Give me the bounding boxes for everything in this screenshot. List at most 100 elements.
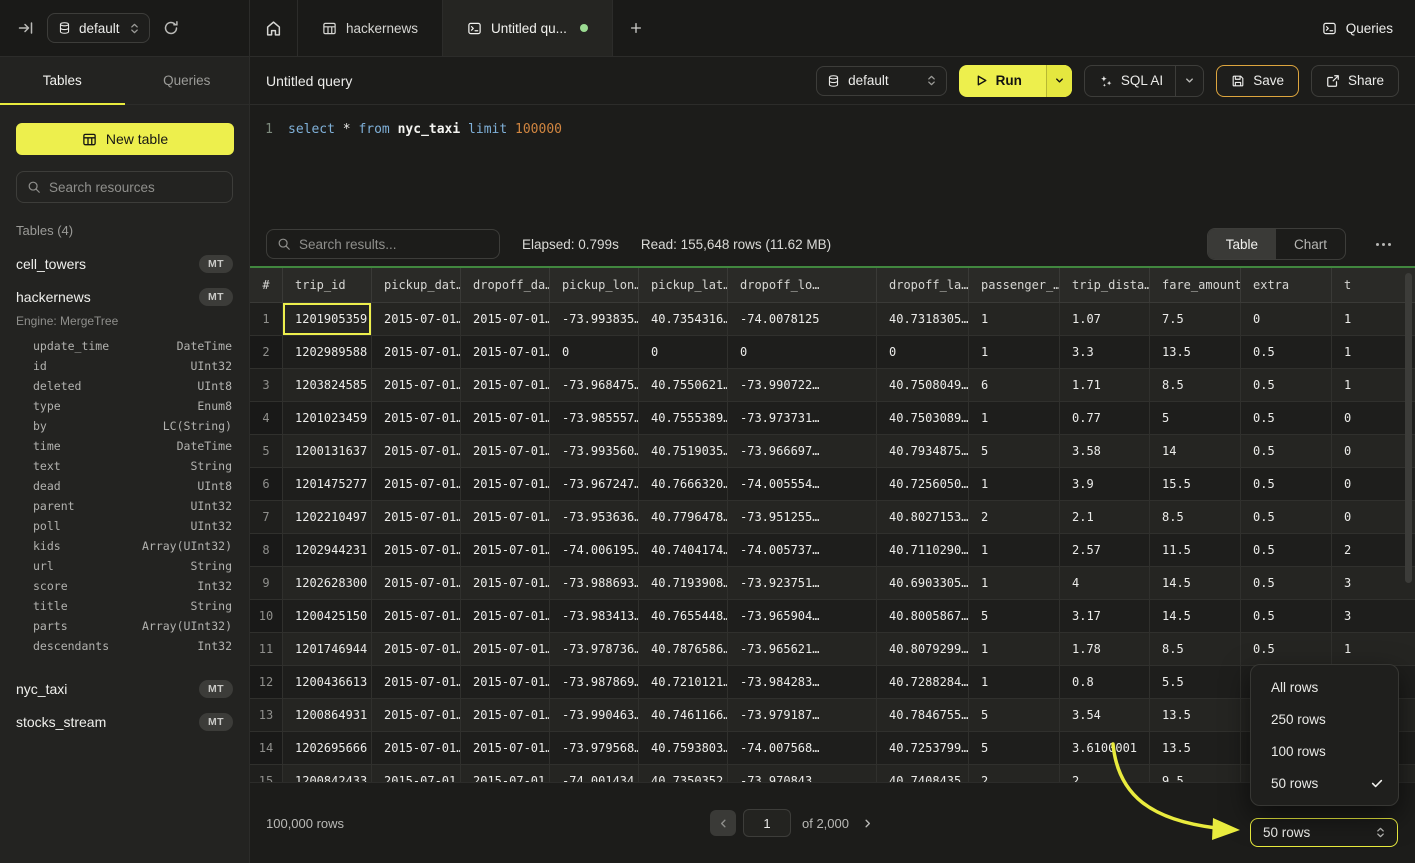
table-cell[interactable]: -73.990722… — [728, 369, 877, 402]
new-tab-button[interactable] — [613, 0, 659, 56]
table-cell[interactable]: 1 — [969, 303, 1060, 336]
table-cell[interactable]: 40.7408435 — [877, 765, 969, 782]
table-cell[interactable]: 2015-07-01… — [372, 303, 461, 336]
table-cell[interactable]: -73.951255… — [728, 501, 877, 534]
table-cell[interactable]: 3.17 — [1060, 600, 1150, 633]
table-cell[interactable]: 3.58 — [1060, 435, 1150, 468]
table-cell[interactable]: 2 — [1060, 765, 1150, 782]
table-cell[interactable]: 2015-07-01… — [461, 534, 550, 567]
vertical-scrollbar[interactable] — [1405, 273, 1412, 583]
table-cell[interactable]: 2015-07-01… — [372, 633, 461, 666]
table-cell[interactable]: 1200131637 — [283, 435, 372, 468]
table-cell[interactable]: -73.973731… — [728, 402, 877, 435]
table-cell[interactable]: 2015-07-01… — [372, 501, 461, 534]
table-cell[interactable]: 3 — [1332, 600, 1415, 633]
page-number-input[interactable] — [743, 809, 791, 837]
table-cell[interactable]: 1202210497 — [283, 501, 372, 534]
sidebar-table-hackernews[interactable]: hackernews MT — [0, 280, 249, 313]
tab-untitled-query[interactable]: Untitled qu... — [443, 0, 613, 56]
table-cell[interactable]: 0 — [1332, 402, 1415, 435]
column-header[interactable]: trip_id — [283, 268, 372, 303]
table-cell[interactable]: -73.993560… — [550, 435, 639, 468]
table-cell[interactable]: 0.77 — [1060, 402, 1150, 435]
table-cell[interactable]: 2015-07-01… — [461, 699, 550, 732]
table-cell[interactable]: 2015-07-01… — [372, 600, 461, 633]
row-number[interactable]: 14 — [250, 732, 283, 765]
table-cell[interactable]: 1200864931 — [283, 699, 372, 732]
table-cell[interactable]: 1 — [969, 666, 1060, 699]
row-number[interactable]: 5 — [250, 435, 283, 468]
table-cell[interactable]: 5 — [969, 435, 1060, 468]
table-cell[interactable]: -73.983413… — [550, 600, 639, 633]
sidebar-table-cell-towers[interactable]: cell_towers MT — [0, 247, 249, 280]
table-cell[interactable]: -73.979187… — [728, 699, 877, 732]
table-cell[interactable]: 1200436613 — [283, 666, 372, 699]
table-cell[interactable]: 40.7934875… — [877, 435, 969, 468]
table-cell[interactable]: 2015-07-01… — [372, 468, 461, 501]
table-cell[interactable]: -74.005737… — [728, 534, 877, 567]
table-cell[interactable]: 1201905359 — [283, 303, 372, 336]
table-cell[interactable]: 1 — [969, 633, 1060, 666]
table-cell[interactable]: 1 — [969, 336, 1060, 369]
table-cell[interactable]: 2015-07-01… — [372, 732, 461, 765]
table-cell[interactable]: 2015-07-01… — [372, 765, 461, 782]
table-cell[interactable]: 2.1 — [1060, 501, 1150, 534]
share-button[interactable]: Share — [1311, 65, 1399, 97]
table-cell[interactable]: 4 — [1060, 567, 1150, 600]
table-cell[interactable]: 14.5 — [1150, 600, 1241, 633]
table-cell[interactable]: 0 — [639, 336, 728, 369]
row-number[interactable]: 13 — [250, 699, 283, 732]
tab-home[interactable] — [250, 0, 298, 56]
table-cell[interactable]: 40.7461166… — [639, 699, 728, 732]
table-cell[interactable]: 2015-07-01… — [461, 666, 550, 699]
results-search-input[interactable] — [299, 237, 489, 252]
table-cell[interactable]: 1203824585 — [283, 369, 372, 402]
table-cell[interactable]: 11.5 — [1150, 534, 1241, 567]
table-cell[interactable]: 2015-07-01… — [372, 369, 461, 402]
table-cell[interactable]: 0.5 — [1241, 336, 1332, 369]
queries-button[interactable]: Queries — [1322, 0, 1415, 56]
sidebar-table-nyc-taxi[interactable]: nyc_taxi MT — [0, 672, 249, 705]
table-cell[interactable]: 40.7550621… — [639, 369, 728, 402]
table-cell[interactable]: 1200425150 — [283, 600, 372, 633]
table-cell[interactable]: 40.7256050… — [877, 468, 969, 501]
run-button-main[interactable]: Run — [959, 65, 1038, 97]
table-cell[interactable]: 2015-07-01… — [461, 435, 550, 468]
column-header[interactable]: dropoff_lo… — [728, 268, 877, 303]
table-cell[interactable]: 2015-07-01… — [461, 732, 550, 765]
table-cell[interactable]: -73.993835… — [550, 303, 639, 336]
database-selector-query[interactable]: default — [816, 66, 947, 96]
table-cell[interactable]: 1.07 — [1060, 303, 1150, 336]
table-cell[interactable]: 8.5 — [1150, 633, 1241, 666]
row-number[interactable]: 15 — [250, 765, 283, 782]
table-cell[interactable]: -74.001434 — [550, 765, 639, 782]
table-cell[interactable]: 2015-07-01… — [372, 567, 461, 600]
table-cell[interactable]: 9.5 — [1150, 765, 1241, 782]
table-cell[interactable]: -73.953636… — [550, 501, 639, 534]
row-number[interactable]: 6 — [250, 468, 283, 501]
table-cell[interactable]: 40.7655448… — [639, 600, 728, 633]
table-cell[interactable]: 40.7288284… — [877, 666, 969, 699]
rows-menu-item[interactable]: All rows — [1251, 671, 1398, 703]
column-header[interactable]: # — [250, 268, 283, 303]
table-cell[interactable]: 40.7555389… — [639, 402, 728, 435]
table-cell[interactable]: 8.5 — [1150, 369, 1241, 402]
table-cell[interactable]: 13.5 — [1150, 336, 1241, 369]
row-number[interactable]: 3 — [250, 369, 283, 402]
table-cell[interactable]: -73.978736… — [550, 633, 639, 666]
row-number[interactable]: 9 — [250, 567, 283, 600]
table-cell[interactable]: 0 — [877, 336, 969, 369]
table-cell[interactable]: 40.7318305… — [877, 303, 969, 336]
table-cell[interactable]: 3.3 — [1060, 336, 1150, 369]
table-cell[interactable]: 40.8079299… — [877, 633, 969, 666]
table-cell[interactable]: 0 — [1241, 303, 1332, 336]
table-cell[interactable]: 3.54 — [1060, 699, 1150, 732]
table-cell[interactable]: 2015-07-01… — [372, 699, 461, 732]
table-cell[interactable]: 40.7110290… — [877, 534, 969, 567]
table-cell[interactable]: 40.7210121… — [639, 666, 728, 699]
table-cell[interactable]: 3 — [1332, 567, 1415, 600]
column-header[interactable]: pickup_lat… — [639, 268, 728, 303]
table-cell[interactable]: -73.923751… — [728, 567, 877, 600]
column-header[interactable]: fare_amount — [1150, 268, 1241, 303]
row-number[interactable]: 12 — [250, 666, 283, 699]
